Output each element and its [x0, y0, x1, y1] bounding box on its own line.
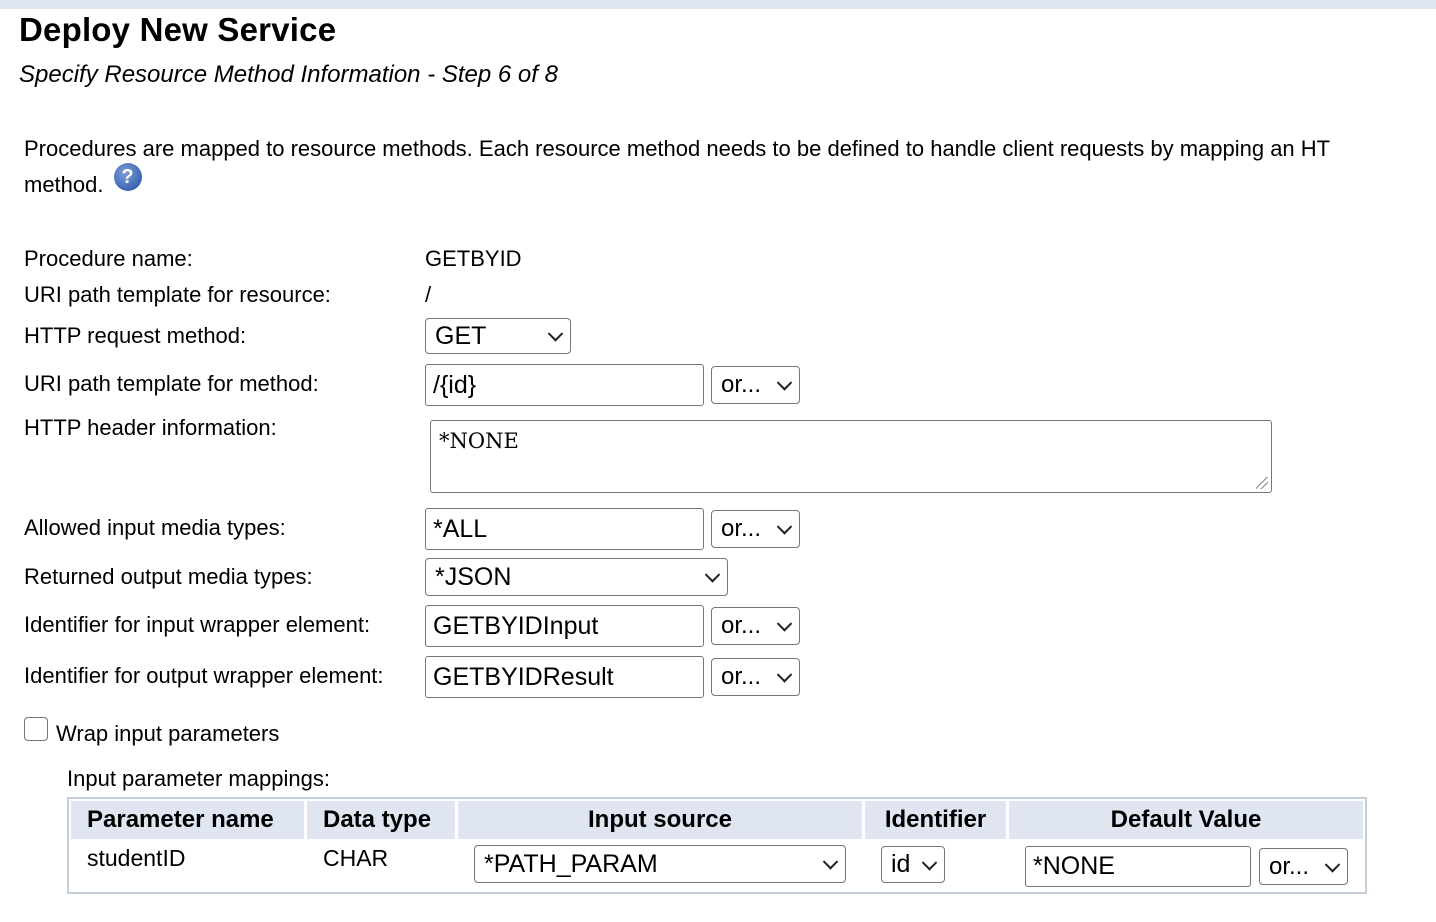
- page-title: Deploy New Service: [19, 11, 337, 48]
- input-wrapper-label: Identifier for input wrapper element:: [24, 612, 371, 637]
- http-header-value: *NONE: [439, 429, 519, 453]
- output-wrapper-input[interactable]: GETBYIDResult: [425, 656, 704, 698]
- input-media-or-select[interactable]: or...: [711, 510, 800, 548]
- output-wrapper-label: Identifier for output wrapper element:: [24, 663, 384, 688]
- identifier-selected: id: [891, 850, 911, 878]
- output-media-label: Returned output media types:: [24, 564, 313, 589]
- intro-text: Procedures are mapped to resource method…: [24, 131, 1330, 203]
- row-parameter-name: studentID: [87, 845, 186, 871]
- mappings-title: Input parameter mappings:: [67, 766, 330, 791]
- top-strip: [0, 0, 1436, 9]
- input-wrapper-or-select[interactable]: or...: [711, 607, 800, 645]
- chevron-down-icon: [704, 567, 721, 583]
- help-question-icon[interactable]: ?: [113, 163, 142, 191]
- http-header-label: HTTP header information:: [24, 415, 277, 440]
- chevron-down-icon: [822, 854, 839, 870]
- procedure-name-label: Procedure name:: [24, 246, 193, 271]
- chevron-down-icon: [1324, 856, 1341, 873]
- chevron-down-icon: [776, 519, 793, 535]
- output-media-selected: *JSON: [435, 563, 512, 591]
- input-wrapper-or-label: or...: [721, 612, 762, 639]
- uri-resource-value: /: [425, 282, 432, 307]
- column-header-default-value: Default Value: [1009, 801, 1363, 839]
- input-wrapper-input[interactable]: GETBYIDInput: [425, 605, 704, 647]
- http-method-selected: GET: [435, 322, 487, 350]
- identifier-select[interactable]: id: [881, 846, 945, 883]
- http-method-select[interactable]: GET: [425, 318, 571, 354]
- input-media-input[interactable]: *ALL: [425, 508, 704, 550]
- row-data-type: CHAR: [323, 845, 389, 871]
- input-source-selected: *PATH_PARAM: [484, 850, 658, 878]
- procedure-name-value: GETBYID: [425, 246, 522, 271]
- column-header-identifier: Identifier: [865, 801, 1006, 839]
- intro-line-1: Procedures are mapped to resource method…: [24, 136, 1331, 161]
- default-value-input[interactable]: *NONE: [1025, 846, 1251, 887]
- chevron-down-icon: [921, 854, 938, 871]
- input-media-label: Allowed input media types:: [24, 515, 286, 540]
- http-method-label: HTTP request method:: [24, 323, 247, 348]
- chevron-down-icon: [547, 326, 564, 342]
- output-wrapper-or-label: or...: [721, 663, 762, 690]
- uri-method-label: URI path template for method:: [24, 371, 319, 396]
- resize-grip-icon[interactable]: [1256, 477, 1268, 489]
- default-value-or-label: or...: [1269, 853, 1310, 880]
- output-media-select[interactable]: *JSON: [425, 558, 728, 596]
- input-source-select[interactable]: *PATH_PARAM: [474, 845, 846, 883]
- chevron-down-icon: [776, 667, 793, 683]
- http-header-textarea[interactable]: *NONE: [430, 420, 1272, 493]
- output-wrapper-or-select[interactable]: or...: [711, 658, 800, 696]
- page-subtitle: Specify Resource Method Information - St…: [19, 61, 558, 88]
- uri-method-or-select[interactable]: or...: [711, 366, 800, 404]
- wrap-input-checkbox[interactable]: [24, 717, 48, 741]
- input-media-or-label: or...: [721, 515, 762, 542]
- column-header-parameter-name: Parameter name: [71, 801, 304, 839]
- column-header-data-type: Data type: [307, 801, 455, 839]
- column-header-input-source: Input source: [458, 801, 862, 839]
- chevron-down-icon: [776, 616, 793, 632]
- uri-resource-label: URI path template for resource:: [24, 282, 331, 307]
- wrap-input-label: Wrap input parameters: [56, 721, 280, 746]
- default-value-or-select[interactable]: or...: [1259, 848, 1348, 885]
- chevron-down-icon: [776, 375, 793, 391]
- uri-method-input[interactable]: /{id}: [425, 364, 704, 406]
- intro-line-2: method.: [24, 172, 104, 197]
- uri-method-or-label: or...: [721, 371, 762, 398]
